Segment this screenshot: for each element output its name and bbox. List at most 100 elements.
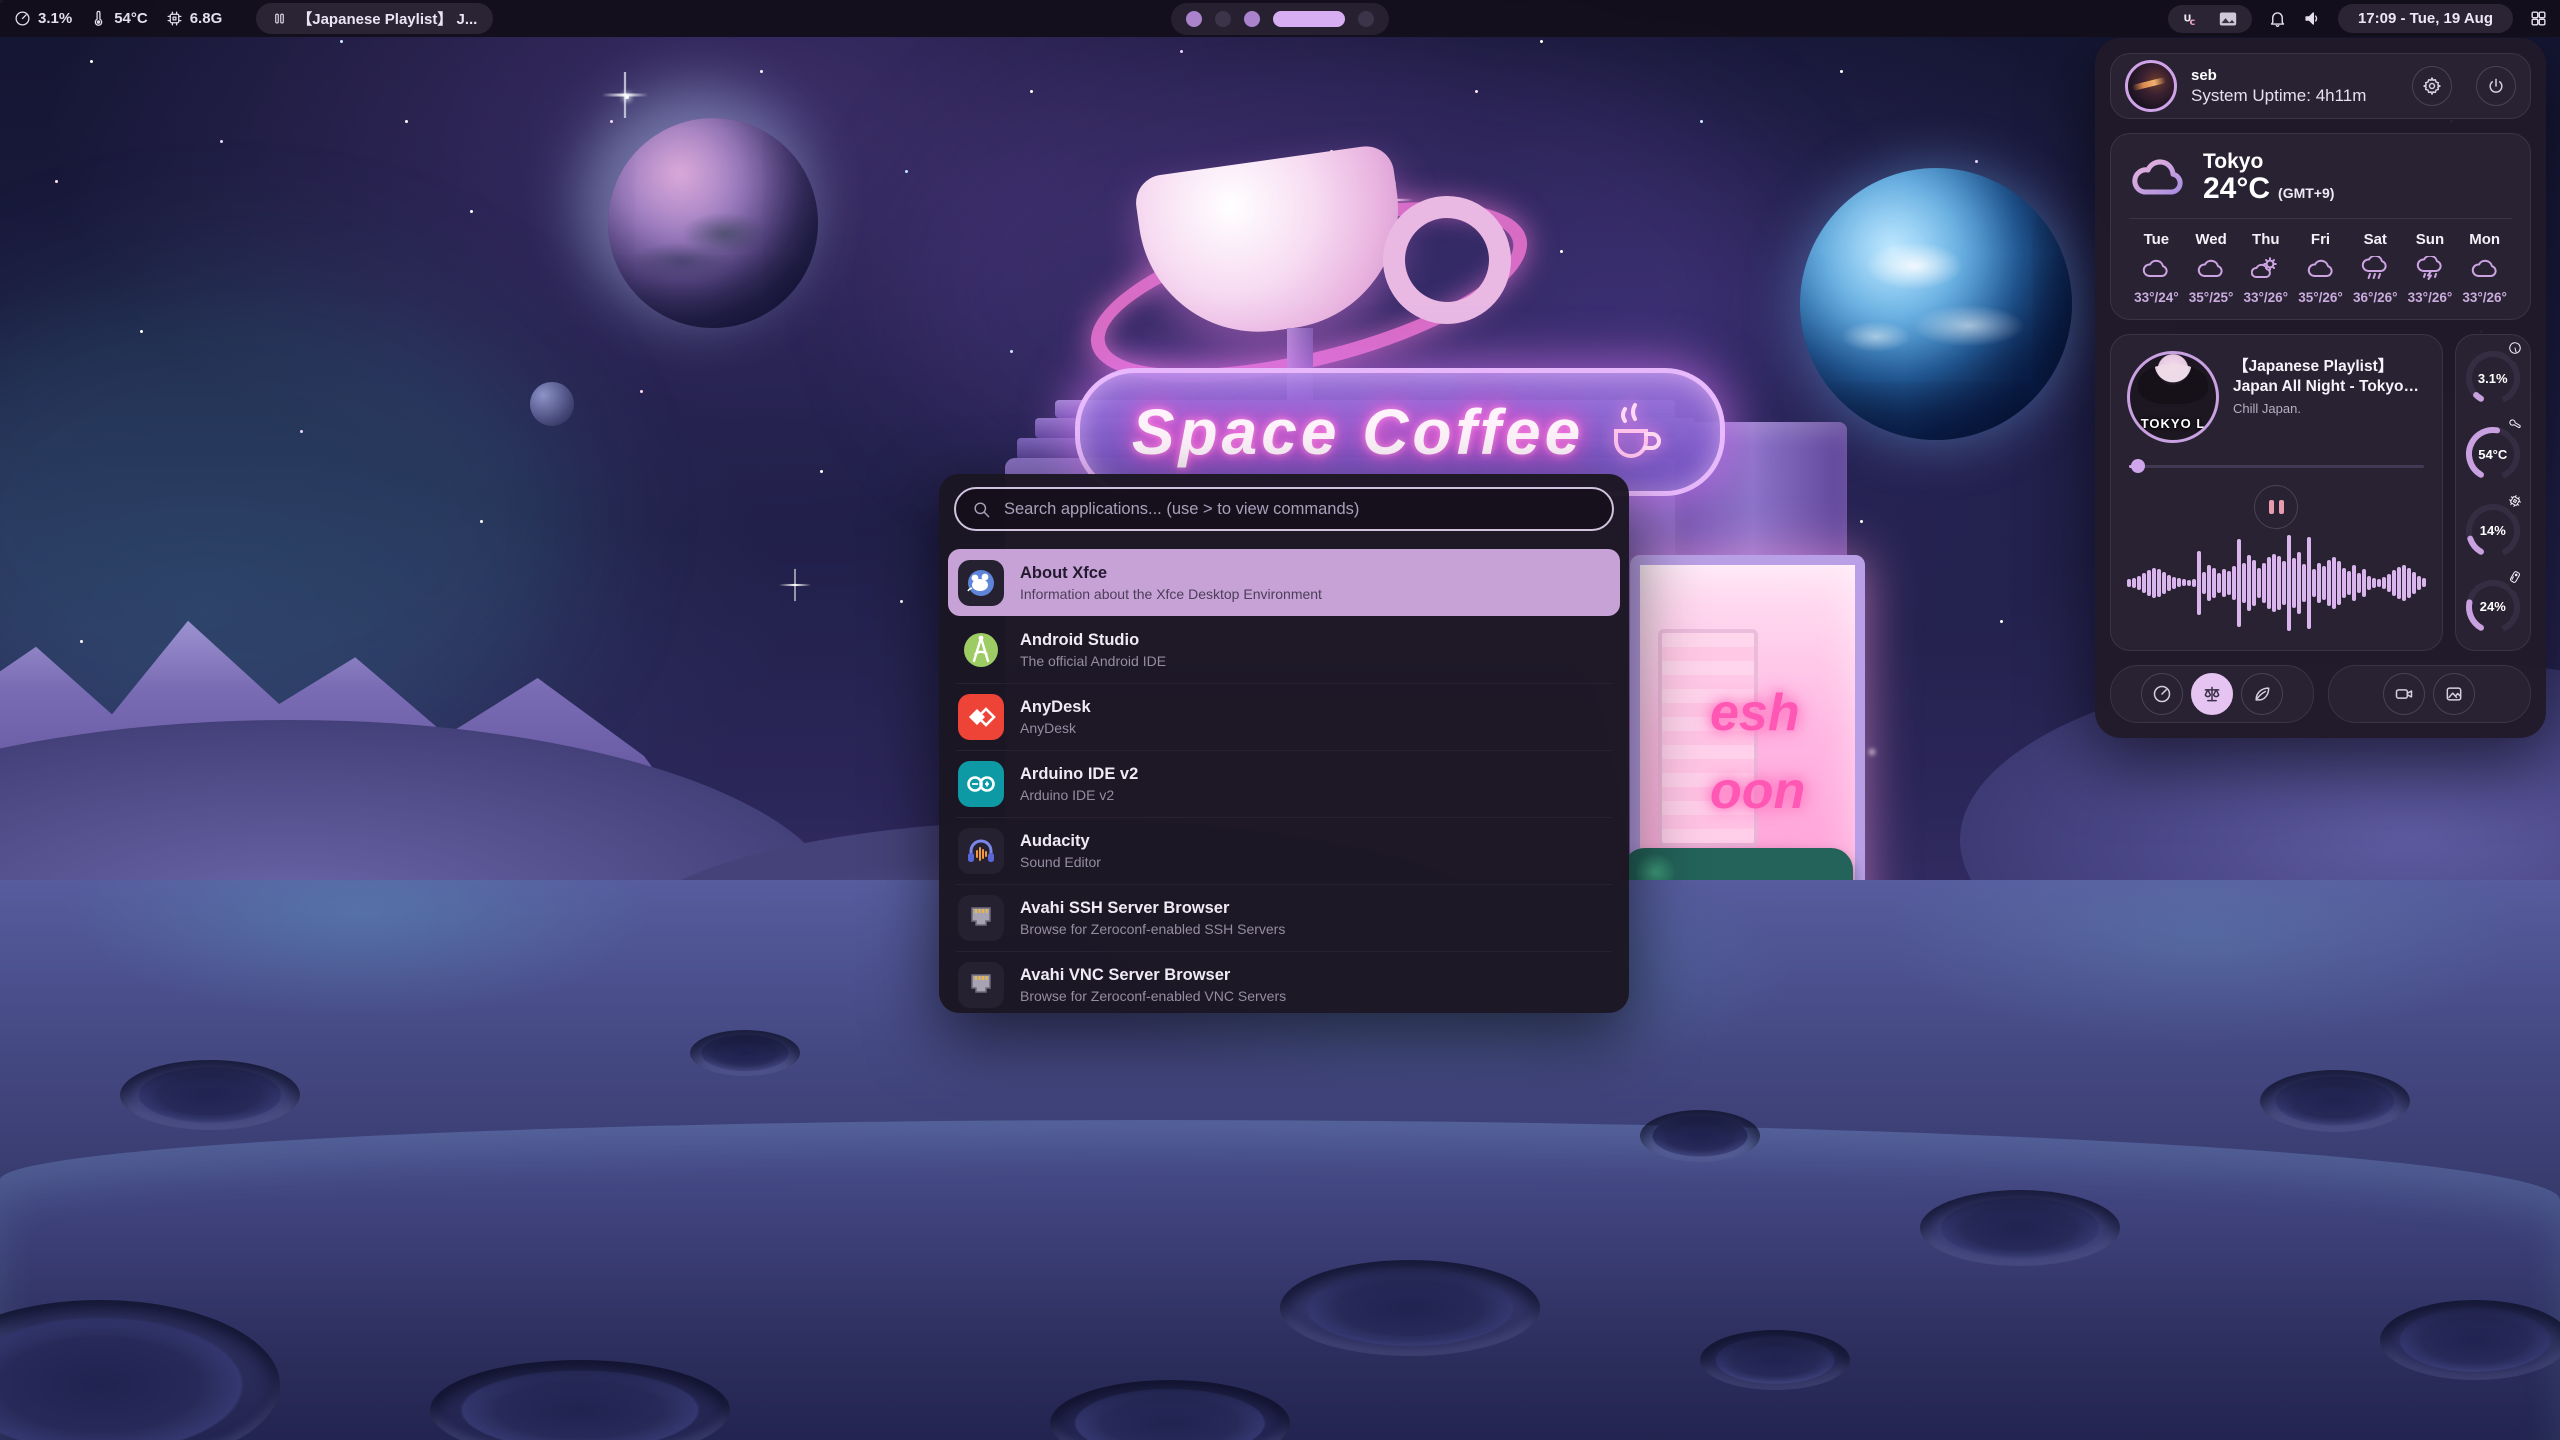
system-monitor-widget: 3.1% 54°C 14% xyxy=(2455,334,2532,651)
track-title: 【Japanese Playlist】 Japan All Night - To… xyxy=(2233,357,2426,397)
waveform-bar xyxy=(2332,557,2336,609)
seek-bar[interactable] xyxy=(2129,459,2424,473)
workspace-dot-5[interactable] xyxy=(1358,11,1374,27)
weather-timezone: (GMT+9) xyxy=(2278,185,2334,201)
tray-uc-app-icon[interactable]: U c xyxy=(2182,10,2200,28)
waveform-bar xyxy=(2167,575,2171,591)
performance-profile-button[interactable] xyxy=(2141,673,2183,715)
screen-record-button[interactable] xyxy=(2383,673,2425,715)
waveform-bar xyxy=(2232,566,2236,600)
powersave-profile-button[interactable] xyxy=(2241,673,2283,715)
balanced-profile-button[interactable] xyxy=(2191,673,2233,715)
chip-icon xyxy=(2505,491,2524,510)
app-row-avahi-ssh[interactable]: Avahi SSH Server Browser Browse for Zero… xyxy=(948,884,1620,951)
bright-star xyxy=(779,569,811,601)
waveform-bar xyxy=(2407,568,2411,598)
waveform-bar xyxy=(2237,539,2241,627)
waveform-bar xyxy=(2307,537,2311,629)
network-port-icon xyxy=(958,895,1004,941)
app-row-android-studio[interactable]: Android Studio The official Android IDE xyxy=(948,616,1620,683)
search-icon xyxy=(972,500,991,519)
top-panel: 3.1% 54°C 6.8G 【Japanese Playlist】 J xyxy=(0,0,2560,37)
forecast-day: Tue 33°/24° xyxy=(2129,231,2184,305)
play-pause-button[interactable] xyxy=(2254,485,2298,529)
waveform-bar xyxy=(2277,556,2281,610)
small-moon xyxy=(530,382,574,426)
power-button[interactable] xyxy=(2476,66,2516,106)
speedometer-icon xyxy=(2152,684,2172,704)
waveform-bar xyxy=(2272,554,2276,612)
clock[interactable]: 17:09 - Tue, 19 Aug xyxy=(2338,4,2513,33)
waveform-bar xyxy=(2217,573,2221,593)
app-row-about-xfce[interactable]: About Xfce Information about the Xfce De… xyxy=(948,549,1620,616)
waveform-bar xyxy=(2242,563,2246,603)
app-row-avahi-vnc[interactable]: Avahi VNC Server Browser Browse for Zero… xyxy=(948,951,1620,1013)
search-bar[interactable] xyxy=(954,487,1614,531)
leaf-icon xyxy=(2252,684,2272,704)
workspace-dot-1[interactable] xyxy=(1186,11,1202,27)
app-row-arduino[interactable]: Arduino IDE v2 Arduino IDE v2 xyxy=(948,750,1620,817)
forecast-day: Sat 36°/26° xyxy=(2348,231,2403,305)
waveform-bar xyxy=(2287,535,2291,631)
workspace-indicator[interactable] xyxy=(1171,3,1389,35)
purple-planet xyxy=(608,118,818,328)
anydesk-icon xyxy=(958,694,1004,740)
workspace-dot-4[interactable] xyxy=(1273,11,1345,27)
volume-icon[interactable] xyxy=(2303,9,2322,28)
window-neon-word: oon xyxy=(1710,761,1805,821)
power-profile-switcher xyxy=(2110,665,2314,723)
settings-button[interactable] xyxy=(2412,66,2452,106)
user-card: seb System Uptime: 4h11m xyxy=(2110,53,2531,119)
waveform-bar xyxy=(2137,576,2141,590)
waveform-bar xyxy=(2227,571,2231,595)
arduino-icon xyxy=(958,761,1004,807)
waveform-bar xyxy=(2207,565,2211,601)
workspace-dot-2[interactable] xyxy=(1215,11,1231,27)
waveform-bar xyxy=(2202,572,2206,594)
waveform-bar xyxy=(2247,555,2251,611)
waveform-bar xyxy=(2382,577,2386,589)
divider xyxy=(2129,218,2512,219)
app-grid-icon[interactable] xyxy=(2529,9,2548,28)
chip-icon xyxy=(166,10,183,27)
disk-icon xyxy=(2505,567,2524,586)
cpu-usage-stat: 3.1% xyxy=(14,10,72,27)
audacity-icon xyxy=(958,828,1004,874)
notifications-bell-icon[interactable] xyxy=(2268,9,2287,28)
weather-widget: Tokyo 24°C (GMT+9) Tue 33°/24° Wed xyxy=(2110,133,2531,320)
waveform-bar xyxy=(2157,569,2161,597)
tray-wallpaper-icon[interactable] xyxy=(2218,10,2238,28)
user-avatar xyxy=(2125,60,2177,112)
app-row-audacity[interactable]: Audacity Sound Editor xyxy=(948,817,1620,884)
ram-gauge: 14% xyxy=(2462,500,2524,562)
forecast-day: Wed 35°/25° xyxy=(2184,231,2239,305)
waveform-bar xyxy=(2357,573,2361,593)
waveform-bar xyxy=(2352,565,2356,601)
forecast-day: Thu 33°/26° xyxy=(2238,231,2293,305)
waveform-bar xyxy=(2262,563,2266,603)
search-input[interactable] xyxy=(1002,499,1596,520)
thermometer-icon xyxy=(90,10,107,27)
weather-temperature: 24°C xyxy=(2203,174,2270,204)
image-icon xyxy=(2444,684,2464,704)
waveform-bar xyxy=(2187,580,2191,586)
gear-icon xyxy=(2422,76,2442,96)
app-row-anydesk[interactable]: AnyDesk AnyDesk xyxy=(948,683,1620,750)
waveform-bar xyxy=(2367,576,2371,590)
waveform-bar xyxy=(2177,578,2181,587)
waveform-bar xyxy=(2317,563,2321,603)
screenshot-button[interactable] xyxy=(2433,673,2475,715)
thermometer-icon xyxy=(2505,415,2524,434)
cloud-icon xyxy=(2129,154,2187,200)
moon-surface-front xyxy=(0,1120,2560,1440)
waveform-bar xyxy=(2422,578,2426,587)
system-tray: U c xyxy=(2168,5,2252,33)
waveform-bar xyxy=(2267,557,2271,609)
workspace-dot-3[interactable] xyxy=(1244,11,1260,27)
waveform-bar xyxy=(2282,561,2286,605)
waveform-bar xyxy=(2132,578,2136,588)
waveform-bar xyxy=(2417,576,2421,590)
svg-text:c: c xyxy=(2189,17,2195,28)
media-player-pill[interactable]: 【Japanese Playlist】 J... xyxy=(256,3,493,34)
bright-star xyxy=(602,72,648,118)
